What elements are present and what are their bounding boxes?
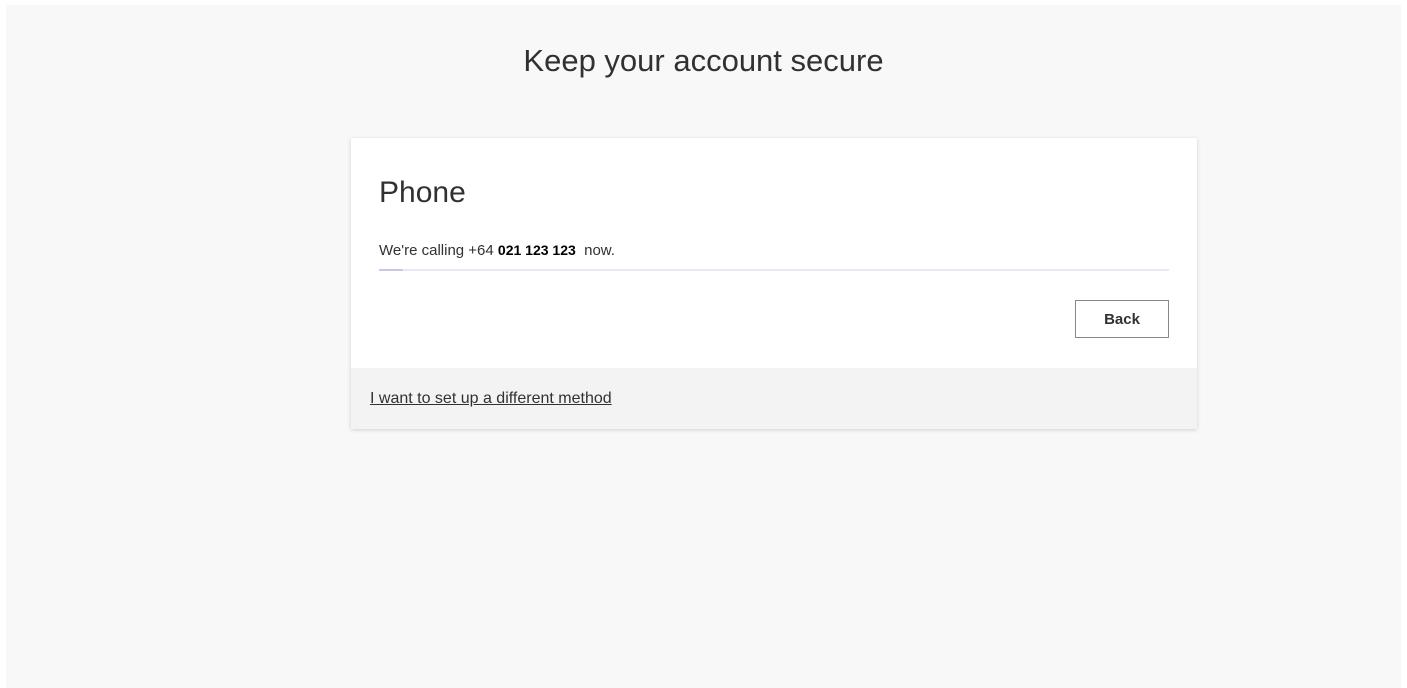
calling-status-suffix: now. (575, 242, 615, 259)
setup-card: Phone We're calling +64 021 123 123 now.… (351, 138, 1197, 429)
card-body: Phone We're calling +64 021 123 123 now.… (351, 138, 1197, 368)
different-method-link[interactable]: I want to set up a different method (370, 388, 612, 410)
page-title: Keep your account secure (523, 43, 884, 78)
card-footer: I want to set up a different method (351, 368, 1197, 429)
call-progress-fill (379, 269, 403, 271)
back-button[interactable]: Back (1075, 300, 1169, 338)
method-title: Phone (379, 176, 466, 209)
calling-status-prefix: We're calling +64 (379, 242, 498, 259)
phone-number: 021 123 123 (497, 242, 576, 258)
call-progress-bar (379, 269, 1169, 271)
page-background: Keep your account secure Phone We're cal… (6, 5, 1401, 688)
calling-status: We're calling +64 021 123 123 now. (379, 240, 615, 261)
